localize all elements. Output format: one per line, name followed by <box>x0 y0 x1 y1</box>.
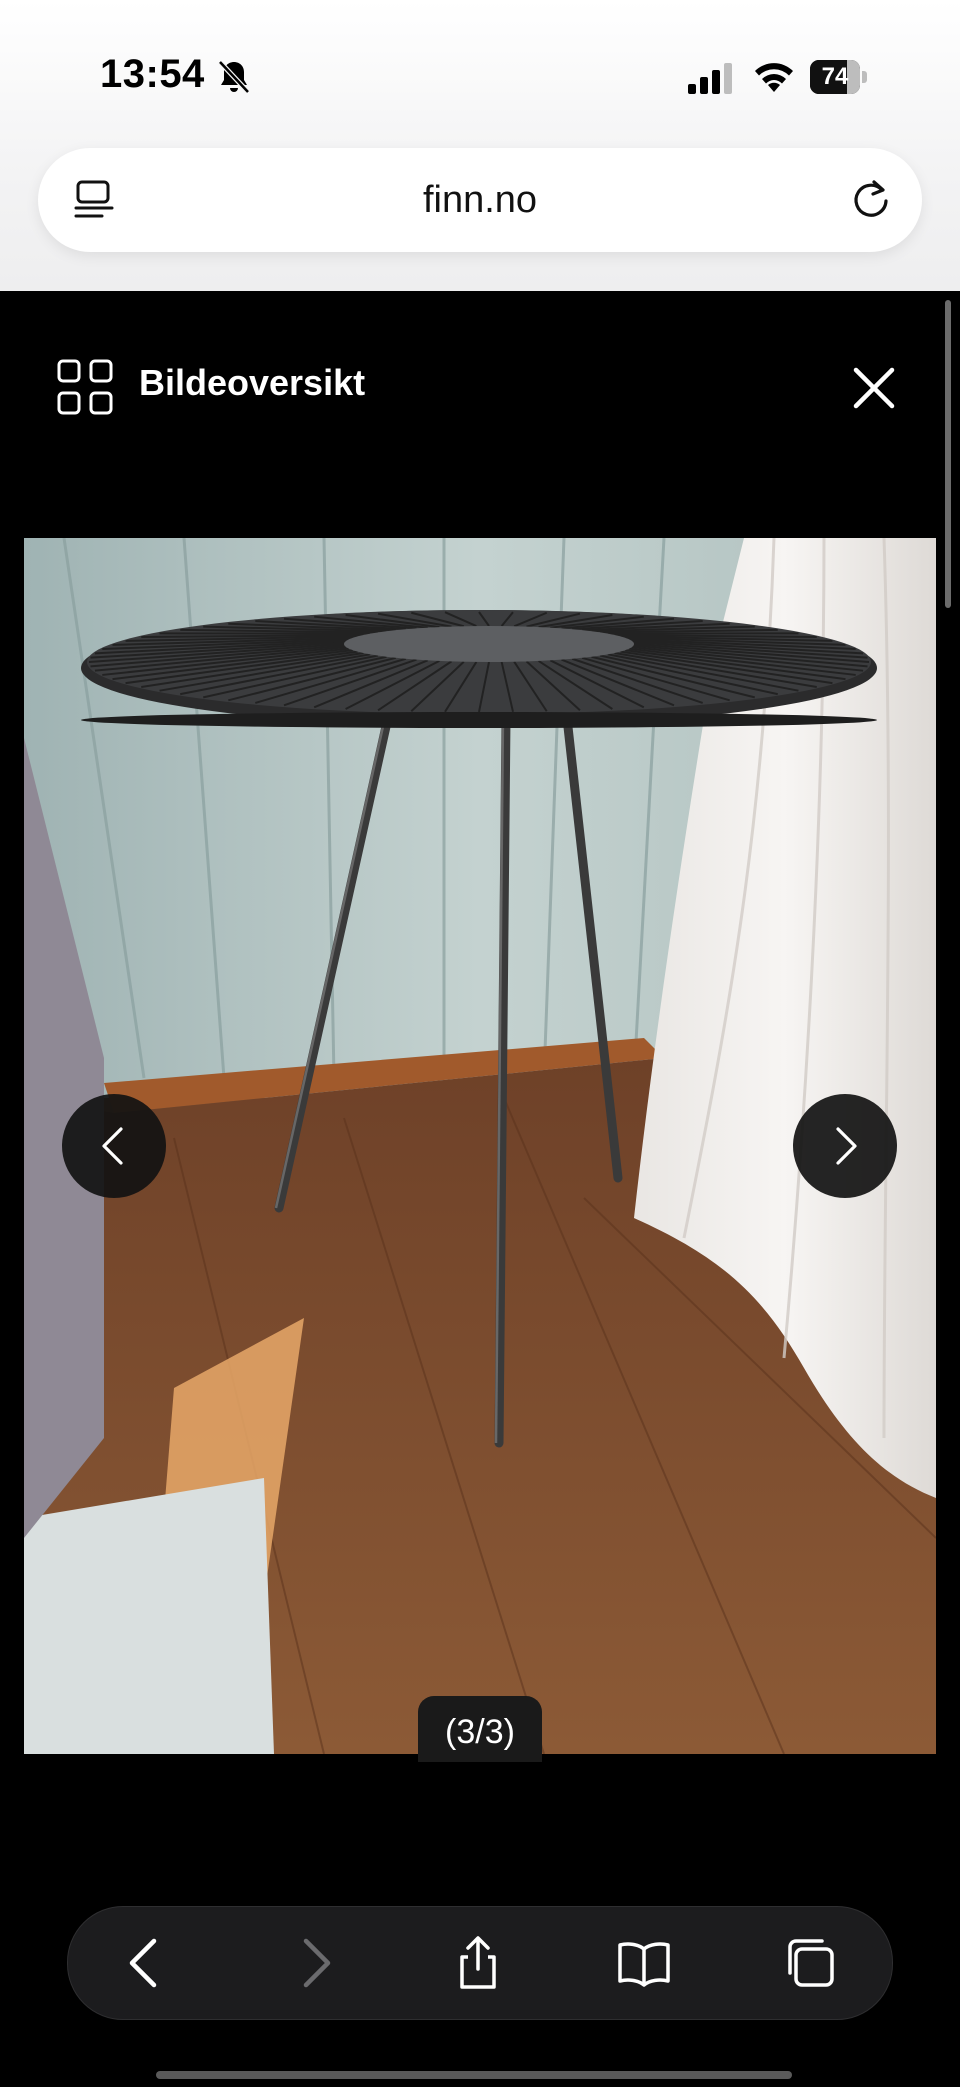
cellular-signal-icon <box>688 63 732 94</box>
scroll-indicator[interactable] <box>945 300 951 608</box>
next-image-button[interactable] <box>793 1094 897 1198</box>
reload-icon[interactable] <box>848 176 894 222</box>
grid-icon[interactable] <box>57 359 113 415</box>
home-indicator[interactable] <box>156 2071 792 2079</box>
image-counter: (3/3) <box>418 1696 542 1762</box>
share-icon[interactable] <box>450 1935 506 1991</box>
address-bar[interactable]: finn.no <box>38 148 922 252</box>
url-domain[interactable]: finn.no <box>38 148 922 252</box>
previous-image-button[interactable] <box>62 1094 166 1198</box>
chevron-left-icon <box>102 1127 123 1165</box>
battery-icon: 74 <box>810 60 870 94</box>
battery-percentage: 74 <box>821 63 849 90</box>
status-time: 13:54 <box>100 52 205 96</box>
bookmarks-icon[interactable] <box>616 1935 672 1991</box>
image-overview-button[interactable]: Bildeoversikt <box>139 362 365 404</box>
bell-slash-icon <box>218 60 250 94</box>
back-icon[interactable] <box>118 1935 174 1991</box>
chevron-right-icon <box>836 1127 857 1165</box>
forward-icon[interactable] <box>286 1935 342 1991</box>
browser-toolbar <box>67 1906 893 2020</box>
tabs-icon[interactable] <box>782 1935 838 1991</box>
close-icon[interactable] <box>852 366 896 410</box>
wifi-icon <box>755 63 793 92</box>
browser-top-chrome: 13:54 74 finn.no <box>0 0 960 291</box>
